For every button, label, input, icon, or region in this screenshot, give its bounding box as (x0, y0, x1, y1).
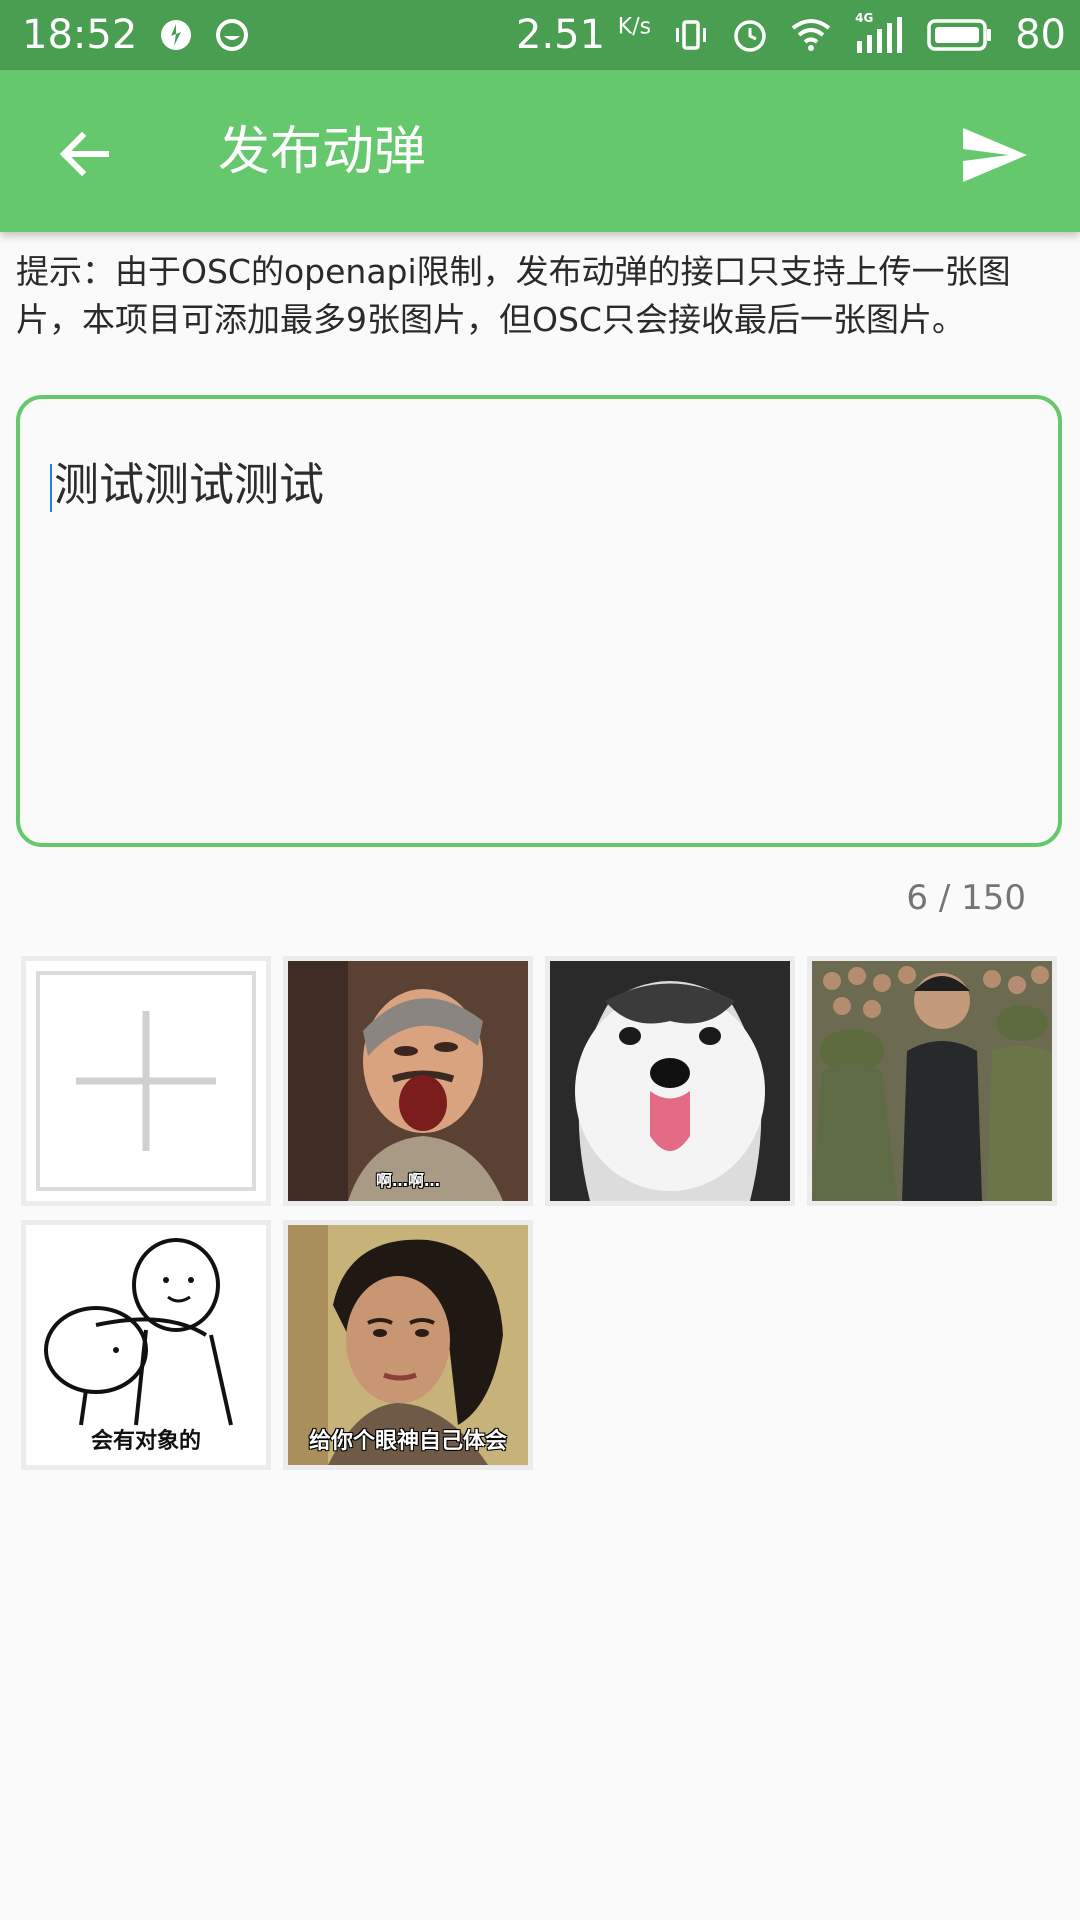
tip-text: 提示：由于OSC的openapi限制，发布动弹的接口只支持上传一张图片，本项目可… (16, 252, 1011, 339)
wifi-icon (791, 18, 831, 52)
app-bar: 发布动弹 (0, 70, 1080, 232)
status-left: 18:52 (22, 0, 249, 70)
image-thumbnail[interactable]: 啊…啊… (283, 956, 533, 1206)
plus-icon (36, 971, 256, 1191)
image-caption: 给你个眼神自己体会 (308, 1429, 507, 1454)
alarm-icon (731, 16, 769, 54)
net-speed: 2.51 K/s (516, 12, 652, 58)
battery-icon (927, 18, 993, 52)
image-puppy (550, 961, 790, 1201)
arrow-back-icon (59, 131, 109, 177)
battery-level: 80 (1015, 12, 1066, 58)
status-right: 2.51 K/s 4G 80 (516, 0, 1066, 70)
image-thumbnail[interactable]: 给你个眼神自己体会 (283, 1220, 533, 1470)
image-caption: 啊…啊… (375, 1171, 440, 1190)
image-stick-figures: 会有对象的 (26, 1225, 266, 1465)
text-caret (50, 464, 52, 512)
app-notification-icon (159, 18, 193, 52)
image-thumbnail[interactable] (807, 956, 1057, 1206)
send-icon (963, 128, 1027, 182)
page-title: 发布动弹 (218, 122, 427, 182)
network-type-label: 4G (855, 11, 874, 25)
image-man-shouting: 啊…啊… (288, 961, 528, 1201)
character-counter: 6 / 150 (906, 878, 1026, 918)
image-caption: 会有对象的 (90, 1429, 201, 1454)
image-woman-glance: 给你个眼神自己体会 (288, 1225, 528, 1465)
add-image-frame (26, 961, 266, 1201)
back-button[interactable] (44, 114, 124, 194)
status-time: 18:52 (22, 12, 138, 58)
image-thumbnail[interactable] (545, 956, 795, 1206)
image-crowd (812, 961, 1052, 1201)
add-image-button[interactable] (21, 956, 271, 1206)
post-content-input[interactable]: 测试测试测试 (16, 395, 1062, 847)
send-button[interactable] (950, 110, 1040, 200)
status-bar: 18:52 2.51 K/s 4G 80 (0, 0, 1080, 70)
vibrate-icon (673, 17, 709, 53)
chat-notification-icon (215, 18, 249, 52)
image-thumbnail[interactable]: 会有对象的 (21, 1220, 271, 1470)
cellular-signal-icon: 4G (853, 11, 905, 55)
post-content-text[interactable]: 测试测试测试 (50, 457, 324, 513)
